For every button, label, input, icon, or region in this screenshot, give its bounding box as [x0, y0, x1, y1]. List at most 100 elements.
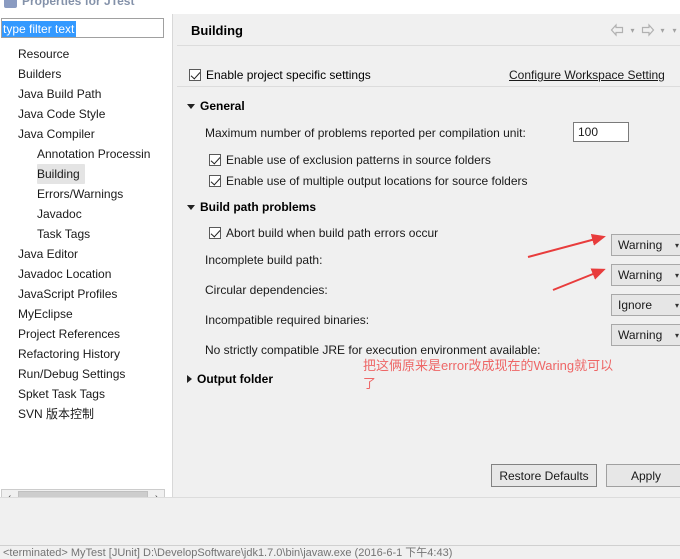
circular-dependencies-dropdown[interactable]: Warning ▾ [611, 264, 680, 286]
collapse-triangle-down-icon[interactable] [187, 204, 195, 210]
forward-dropdown-caret-icon[interactable]: ▾ [657, 22, 668, 38]
exclusion-patterns-label: Enable use of exclusion patterns in sour… [226, 153, 491, 167]
incomplete-build-path-label: Incomplete build path: [205, 253, 323, 267]
sidebar-item-label: MyEclipse [18, 307, 73, 321]
enable-project-specific-row[interactable]: Enable project specific settings [189, 68, 371, 82]
forward-arrow-icon[interactable] [639, 22, 656, 38]
chevron-down-icon[interactable]: ▾ [670, 301, 680, 310]
annotation-line-2: 了 [363, 376, 377, 391]
no-compatible-jre-value: Warning [618, 328, 663, 342]
configure-workspace-settings-link[interactable]: Configure Workspace Setting [509, 68, 665, 82]
no-compatible-jre-label: No strictly compatible JRE for execution… [205, 343, 541, 357]
incompatible-binaries-label: Incompatible required binaries: [205, 313, 370, 327]
build-path-problems-section-header[interactable]: Build path problems [187, 200, 316, 214]
dialog-footer: ? OK Cancel [0, 498, 680, 544]
general-section-header[interactable]: General [187, 99, 245, 113]
sidebar-item-label: Run/Debug Settings [18, 367, 126, 381]
sidebar-item-label: Java Code Style [18, 107, 106, 121]
sidebar-item-errors-warnings[interactable]: Errors/Warnings [0, 184, 172, 204]
collapse-triangle-down-icon[interactable] [187, 103, 195, 109]
preferences-tree[interactable]: Resource Builders Java Build Path Java Code… [0, 44, 172, 484]
incomplete-build-path-value: Warning [618, 238, 663, 252]
sidebar-item-label: Java Compiler [18, 127, 95, 141]
sidebar-item-run-debug-settings[interactable]: Run/Debug Settings [0, 364, 172, 384]
filter-input-wrapper[interactable]: type filter text [1, 18, 164, 38]
sidebar-item-project-references[interactable]: Project References [0, 324, 172, 344]
multiple-output-label: Enable use of multiple output locations … [226, 174, 528, 188]
circular-dependencies-label: Circular dependencies: [205, 283, 328, 297]
sidebar-item-refactoring-history[interactable]: Refactoring History [0, 344, 172, 364]
incompatible-binaries-value: Ignore [618, 298, 653, 312]
sidebar-item-resource[interactable]: Resource [0, 44, 172, 64]
title-divider [177, 45, 680, 46]
properties-dialog: Properties for JTest type filter text Re… [0, 0, 680, 559]
annotation-line-1: 把这俩原来是error改成现在的Waring就可以 [363, 358, 614, 373]
chevron-down-icon[interactable]: ▾ [670, 271, 680, 280]
sidebar-item-svn-版本控制[interactable]: SVN 版本控制 [0, 404, 172, 424]
sidebar-item-annotation-processin[interactable]: Annotation Processin [0, 144, 172, 164]
no-compatible-jre-dropdown[interactable]: Warning ▾ [611, 324, 680, 346]
multiple-output-row[interactable]: Enable use of multiple output locations … [209, 174, 528, 188]
sidebar-item-label: SVN 版本控制 [18, 407, 95, 421]
sidebar-item-label: Building [37, 164, 85, 184]
sidebar-item-spket-task-tags[interactable]: Spket Task Tags [0, 384, 172, 404]
abort-build-label: Abort build when build path errors occur [226, 226, 439, 240]
sidebar-item-label: Project References [18, 327, 121, 341]
enable-project-specific-checkbox[interactable] [189, 69, 201, 81]
exclusion-patterns-checkbox[interactable] [209, 154, 221, 166]
sidebar-item-java-editor[interactable]: Java Editor [0, 244, 172, 264]
sidebar-item-label: JavaScript Profiles [18, 287, 118, 301]
dialog-title-bar: Properties for JTest [0, 0, 680, 14]
menu-caret-icon[interactable]: ▾ [669, 22, 680, 38]
sidebar-item-label: Builders [18, 67, 62, 81]
sidebar-item-label: Java Build Path [18, 87, 102, 101]
sidebar-item-java-code-style[interactable]: Java Code Style [0, 104, 172, 124]
enable-project-specific-label: Enable project specific settings [206, 68, 371, 82]
sidebar-item-label: Refactoring History [18, 347, 121, 361]
dialog-title: Properties for JTest [22, 0, 135, 8]
sidebar-item-label: Resource [18, 47, 70, 61]
sidebar-item-javadoc-location[interactable]: Javadoc Location [0, 264, 172, 284]
multiple-output-checkbox[interactable] [209, 175, 221, 187]
back-arrow-icon[interactable] [609, 22, 626, 38]
sidebar-item-task-tags[interactable]: Task Tags [0, 224, 172, 244]
page-title: Building [191, 23, 243, 38]
sidebar-item-label: Javadoc Location [18, 267, 112, 281]
chevron-down-icon[interactable]: ▾ [670, 241, 680, 250]
max-problems-input[interactable]: 100 [573, 122, 629, 142]
restore-defaults-button[interactable]: Restore Defaults [491, 464, 597, 487]
sidebar-item-label: Java Editor [18, 247, 79, 261]
preferences-sidebar: type filter text Resource Builders Java Bu… [0, 14, 172, 506]
general-section-title: General [200, 99, 245, 113]
sidebar-item-java-build-path[interactable]: Java Build Path [0, 84, 172, 104]
panel-divider [172, 14, 173, 500]
incompatible-binaries-dropdown[interactable]: Ignore ▾ [611, 294, 680, 316]
sidebar-item-javadoc[interactable]: Javadoc [0, 204, 172, 224]
sidebar-item-label: Spket Task Tags [18, 387, 105, 401]
exclusion-patterns-row[interactable]: Enable use of exclusion patterns in sour… [209, 153, 491, 167]
abort-build-row[interactable]: Abort build when build path errors occur [209, 226, 438, 240]
apply-button[interactable]: Apply [606, 464, 680, 487]
sidebar-item-java-compiler[interactable]: Java Compiler [0, 124, 172, 144]
incomplete-build-path-dropdown[interactable]: Warning ▾ [611, 234, 680, 256]
sidebar-item-myeclipse[interactable]: MyEclipse [0, 304, 172, 324]
sidebar-item-label: Annotation Processin [37, 147, 151, 161]
status-bar-text: <terminated> MyTest [JUnit] D:\DevelopSo… [3, 547, 453, 559]
sidebar-item-label: Javadoc [37, 207, 82, 221]
sidebar-item-javascript-profiles[interactable]: JavaScript Profiles [0, 284, 172, 304]
expand-triangle-right-icon[interactable] [187, 375, 192, 383]
eclipse-logo-icon [4, 0, 17, 8]
sidebar-item-label: Errors/Warnings [37, 187, 124, 201]
status-bar: <terminated> MyTest [JUnit] D:\DevelopSo… [0, 545, 680, 559]
handwritten-annotation: 把这俩原来是error改成现在的Waring就可以 了 [363, 357, 663, 393]
back-dropdown-caret-icon[interactable]: ▾ [627, 22, 638, 38]
output-folder-section-header[interactable]: Output folder [187, 372, 273, 386]
sidebar-item-builders[interactable]: Builders [0, 64, 172, 84]
abort-build-checkbox[interactable] [209, 227, 221, 239]
filter-input[interactable]: type filter text [2, 21, 77, 37]
max-problems-label: Maximum number of problems reported per … [205, 126, 526, 140]
build-path-problems-title: Build path problems [200, 200, 317, 214]
chevron-down-icon[interactable]: ▾ [670, 331, 680, 340]
settings-divider [177, 86, 680, 87]
sidebar-item-building[interactable]: Building [0, 164, 172, 184]
